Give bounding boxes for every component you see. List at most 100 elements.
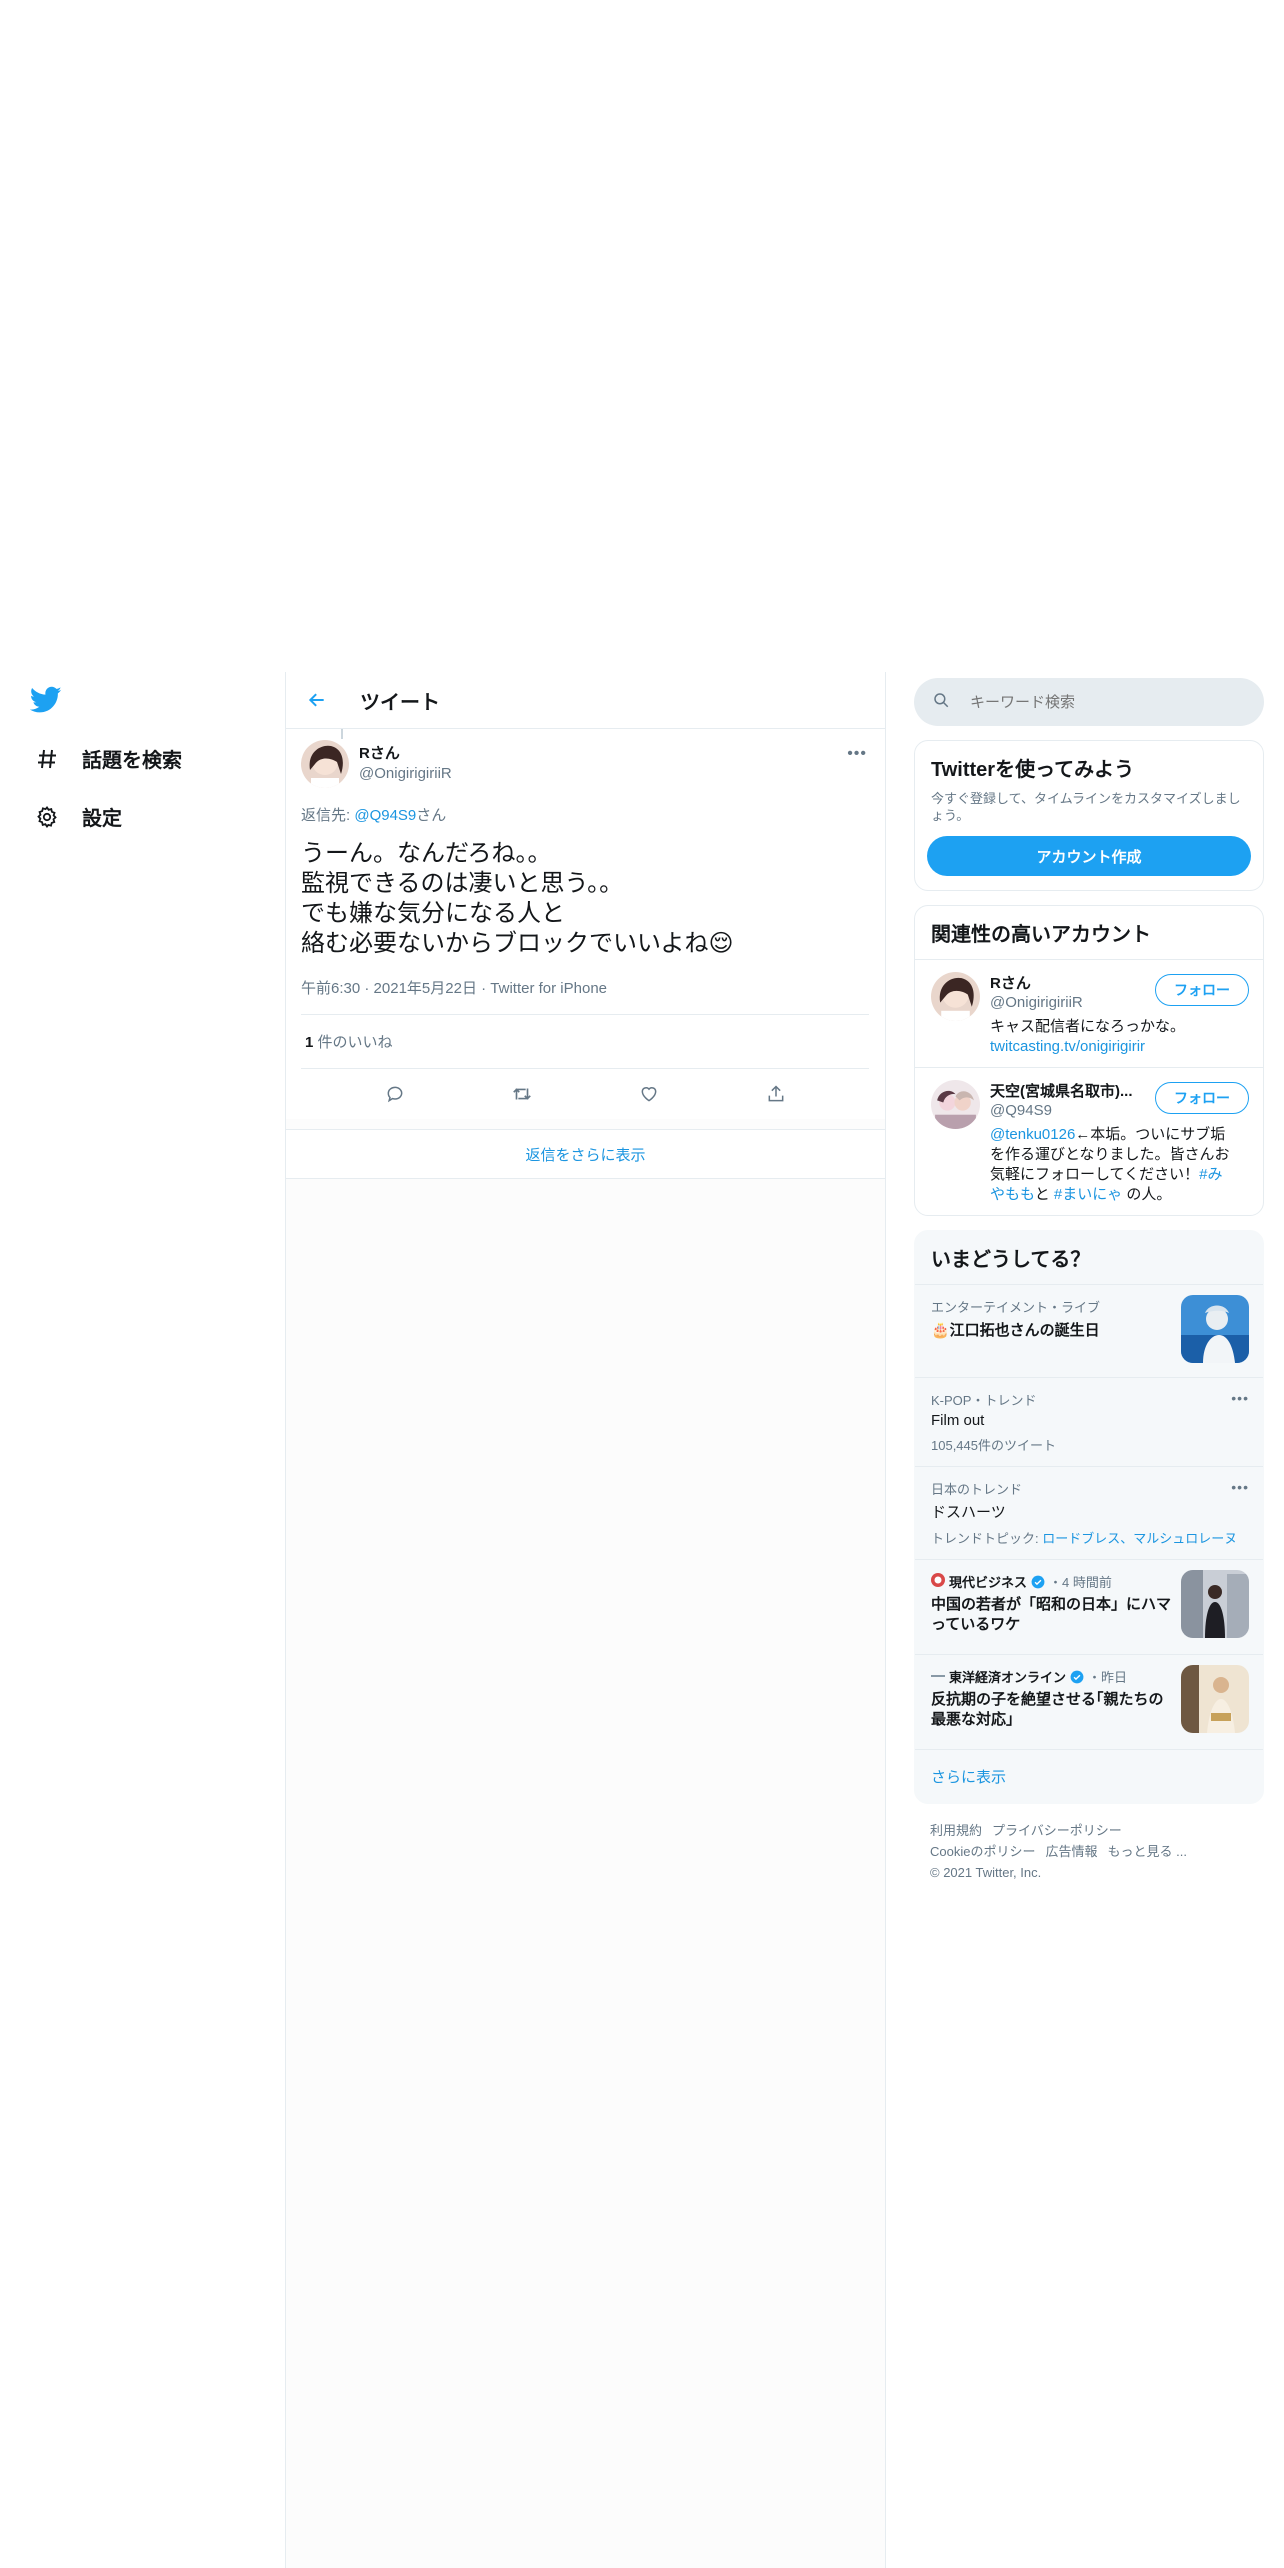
- footer: 利用規約 プライバシーポリシー Cookieのポリシー 広告情報 もっと見る ... …: [914, 1804, 1264, 1899]
- relieved-face-emoji: 😌: [708, 930, 734, 957]
- trends-title: いまどうしてる？: [931, 1249, 1091, 1271]
- footer-link-privacy[interactable]: プライバシーポリシー: [992, 1823, 1122, 1838]
- sidebar: Twitterを使ってみよう 今すぐ登録して、タイムラインをカスタマイズしましょ…: [914, 678, 1264, 1899]
- tweet-header: Rさん @OnigirigiriiR •••: [301, 729, 869, 788]
- back-arrow-icon[interactable]: [304, 687, 330, 713]
- create-account-button[interactable]: アカウント作成: [927, 836, 1251, 876]
- more-icon[interactable]: •••: [847, 745, 867, 763]
- avatar[interactable]: [301, 740, 349, 788]
- tweet-line: でも嫌な気分になる人と: [301, 900, 565, 927]
- news-source: 東洋経済オンライン: [949, 1670, 1067, 1685]
- gear-icon: [34, 804, 60, 830]
- reply-to-user-link[interactable]: @Q94S9: [354, 807, 416, 824]
- account-bio-text: と: [1034, 1186, 1050, 1203]
- trend-item[interactable]: エンターテイメント・ライブ 🎂江口拓也さんの誕生日: [915, 1284, 1263, 1377]
- signup-description: 今すぐ登録して、タイムラインをカスタマイズしましょう。: [931, 791, 1241, 823]
- trend-name: ドスハーツ: [931, 1504, 1006, 1521]
- account-row[interactable]: Rさん @OnigirigiriiR キャス配信者になろっかな。twitcast…: [915, 959, 1263, 1067]
- news-source-logo-icon: [931, 1669, 945, 1684]
- reply-to-suffix: さん: [416, 807, 447, 824]
- search-icon: [932, 691, 950, 714]
- twitter-logo-icon[interactable]: [29, 686, 62, 714]
- tweet-source: Twitter for iPhone: [490, 980, 608, 997]
- show-more-replies-button[interactable]: 返信をさらに表示: [286, 1129, 885, 1179]
- trend-item[interactable]: K-POP・トレンド Film out 105,445件のツイート •••: [915, 1377, 1263, 1466]
- footer-link-cookies[interactable]: Cookieのポリシー: [930, 1844, 1035, 1859]
- trend-context: 日本のトレンド: [931, 1482, 1023, 1497]
- trend-tweet-count: 105,445件のツイート: [931, 1438, 1056, 1453]
- tweet-author-handle[interactable]: @OnigirigiriiR: [359, 765, 452, 782]
- news-source: 現代ビジネス: [949, 1575, 1028, 1590]
- tweet-text: うーん。なんだろね。。 監視できるのは凄いと思う。。 でも嫌な気分になる人と 絡…: [301, 839, 869, 959]
- footer-link-ads-info[interactable]: 広告情報: [1045, 1844, 1097, 1859]
- tweet-timestamp: 午前6:30 · 2021年5月22日 · Twitter for iPhone: [301, 977, 869, 1015]
- follow-button[interactable]: フォロー: [1155, 974, 1249, 1006]
- related-accounts-card: 関連性の高いアカウント Rさん @OnigirigiriiR キャス配信者になろ…: [914, 905, 1264, 1216]
- tweet-time[interactable]: 午前6:30: [301, 980, 360, 997]
- tweet-line: うーん。なんだろね。。: [301, 840, 552, 867]
- share-icon[interactable]: [764, 1082, 788, 1106]
- avatar[interactable]: [931, 1080, 980, 1129]
- page-header: ツイート: [286, 672, 885, 729]
- likes-count-row[interactable]: 1 件のいいね: [301, 1015, 869, 1069]
- likes-count: 1: [305, 1034, 314, 1051]
- thread-line: [341, 729, 343, 739]
- footer-link-terms[interactable]: 利用規約: [930, 1823, 982, 1838]
- news-time: ・4 時間前: [1049, 1575, 1112, 1590]
- search-input[interactable]: [968, 692, 1232, 712]
- account-bio: キャス配信者になろっかな。 twitcasting.tv/onigirigirir: [990, 1017, 1230, 1057]
- reply-to-prefix: 返信先:: [301, 807, 355, 824]
- trend-item[interactable]: 日本のトレンド ドスハーツ トレンドトピック: ロードブレス、マルシュロレーヌ …: [915, 1466, 1263, 1559]
- tweet-actions: [301, 1069, 869, 1119]
- trend-context: K-POP・トレンド: [931, 1393, 1037, 1408]
- tweet-line-text: 絡む必要ないからブロックでいいよね: [301, 930, 709, 957]
- tweet-date[interactable]: 2021年5月22日: [374, 980, 477, 997]
- reply-icon[interactable]: [383, 1082, 407, 1106]
- account-bio-text: キャス配信者になろっかな。: [990, 1018, 1186, 1035]
- show-more-trends-link[interactable]: さらに表示: [915, 1749, 1263, 1803]
- news-title: 反抗期の子を絶望させる｢親たちの最悪な対応｣: [931, 1691, 1164, 1728]
- hashtag-link[interactable]: #まいにゃ: [1054, 1186, 1122, 1203]
- search-box[interactable]: [914, 678, 1264, 726]
- news-thumbnail: [1181, 1570, 1249, 1638]
- tweet-line: 監視できるのは凄いと思う。。: [301, 870, 624, 897]
- verified-badge-icon: [1031, 1575, 1045, 1589]
- account-bio-mention[interactable]: @tenku0126: [990, 1126, 1075, 1143]
- news-item[interactable]: 現代ビジネス ・4 時間前 中国の若者が「昭和の日本」にハマっているワケ: [915, 1559, 1263, 1654]
- page-title: ツイート: [360, 691, 440, 714]
- news-thumbnail: [1181, 1665, 1249, 1733]
- footer-link-more[interactable]: もっと見る ...: [1107, 1844, 1186, 1859]
- tweet-line: 絡む必要ないからブロックでいいよね😌: [301, 929, 869, 959]
- more-icon[interactable]: •••: [1231, 1390, 1249, 1406]
- main-column: ツイート Rさん @OnigirigiriiR ••• 返信先: @Q94S9さ…: [285, 672, 886, 2568]
- follow-button[interactable]: フォロー: [1155, 1082, 1249, 1114]
- like-heart-icon[interactable]: [637, 1082, 661, 1106]
- news-item[interactable]: 東洋経済オンライン ・昨日 反抗期の子を絶望させる｢親たちの最悪な対応｣: [915, 1654, 1263, 1749]
- account-bio-link[interactable]: twitcasting.tv/onigirigirir: [990, 1038, 1145, 1055]
- account-bio: @tenku0126←本垢。ついにサブ垢を作る運びとなりました。皆さんお気軽にフ…: [990, 1125, 1230, 1205]
- nav-settings-label: 設定: [82, 808, 122, 830]
- trend-topics: トレンドトピック: ロードブレス、マルシュロレーヌ: [931, 1528, 1247, 1547]
- likes-label: 件のいいね: [317, 1034, 393, 1051]
- trend-topics-label: トレンドトピック:: [931, 1531, 1043, 1546]
- verified-badge-icon: [1070, 1670, 1084, 1684]
- tweet-author-name[interactable]: Rさん: [359, 742, 452, 763]
- nav-settings[interactable]: 設定: [34, 802, 122, 831]
- related-accounts-title: 関連性の高いアカウント: [931, 924, 1151, 946]
- account-bio-text: の人。: [1126, 1186, 1172, 1203]
- trends-card: いまどうしてる？ エンターテイメント・ライブ 🎂江口拓也さんの誕生日 K-POP…: [914, 1230, 1264, 1804]
- signup-card: Twitterを使ってみよう 今すぐ登録して、タイムラインをカスタマイズしましょ…: [914, 740, 1264, 891]
- signup-title: Twitterを使ってみよう: [931, 759, 1135, 781]
- reply-to-line: 返信先: @Q94S9さん: [301, 804, 869, 825]
- account-row[interactable]: 天空(宮城県名取市)... @Q94S9 @tenku0126←本垢。ついにサブ…: [915, 1067, 1263, 1215]
- trend-name: Film out: [931, 1412, 985, 1429]
- trend-thumbnail: [1181, 1295, 1249, 1363]
- nav-explore[interactable]: 話題を検索: [34, 744, 182, 773]
- retweet-icon[interactable]: [510, 1082, 534, 1106]
- trend-topics-links[interactable]: ロードブレス、マルシュロレーヌ: [1042, 1531, 1237, 1546]
- tweet: Rさん @OnigirigiriiR ••• 返信先: @Q94S9さん うーん…: [286, 729, 885, 1119]
- more-icon[interactable]: •••: [1231, 1479, 1249, 1495]
- news-source-logo-icon: [931, 1573, 945, 1590]
- hashtag-icon: [34, 746, 60, 772]
- avatar[interactable]: [931, 972, 980, 1021]
